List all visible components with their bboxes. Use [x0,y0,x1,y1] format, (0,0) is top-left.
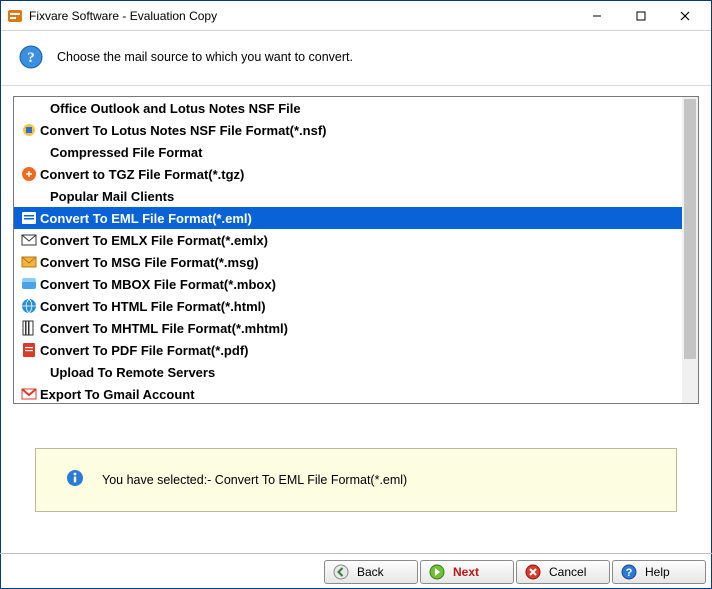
html-icon [18,298,40,314]
list-item-label: Convert to TGZ File Format(*.tgz) [40,167,244,182]
list-item[interactable]: Convert To EMLX File Format(*.emlx) [14,229,682,251]
info-icon [66,469,84,492]
list-item[interactable]: Convert To HTML File Format(*.html) [14,295,682,317]
mbox-icon [18,276,40,292]
list-item-label: Office Outlook and Lotus Notes NSF File [40,101,301,116]
list-item-label: Export To Gmail Account [40,387,195,402]
cancel-icon [525,564,541,580]
list-item-label: Convert To EMLX File Format(*.emlx) [40,233,268,248]
next-label: Next [453,565,479,579]
tgz-icon [18,166,40,182]
msg-icon [18,254,40,270]
close-button[interactable] [663,2,707,30]
list-item[interactable]: Convert to TGZ File Format(*.tgz) [14,163,682,185]
footer-buttons: Back Next Cancel ? Help [0,553,712,589]
pdf-icon [18,342,40,358]
status-message: You have selected:- Convert To EML File … [102,473,407,487]
cancel-label: Cancel [549,565,586,579]
window-title: Fixvare Software - Evaluation Copy [29,9,575,23]
eml-icon [18,210,40,226]
status-box: You have selected:- Convert To EML File … [35,448,677,512]
svg-text:?: ? [27,50,35,66]
list-item-label: Convert To MSG File Format(*.msg) [40,255,259,270]
format-listbox: Office Outlook and Lotus Notes NSF File C… [13,96,699,404]
list-group-header: Compressed File Format [14,141,682,163]
list-group-header: Popular Mail Clients [14,185,682,207]
next-button[interactable]: Next [420,560,514,584]
list-group-header: Office Outlook and Lotus Notes NSF File [14,97,682,119]
list-item[interactable]: Convert To MSG File Format(*.msg) [14,251,682,273]
help-label: Help [645,565,670,579]
instruction-bar: ? Choose the mail source to which you wa… [1,31,711,86]
list-item[interactable]: Convert To MHTML File Format(*.mhtml) [14,317,682,339]
list-item[interactable]: Export To Gmail Account [14,383,682,403]
list-item-label: Convert To PDF File Format(*.pdf) [40,343,248,358]
help-button[interactable]: ? Help [612,560,706,584]
help-icon: ? [621,564,637,580]
svg-text:?: ? [626,567,633,579]
list-group-header: Upload To Remote Servers [14,361,682,383]
instruction-text: Choose the mail source to which you want… [57,50,353,64]
arrow-right-icon [429,564,445,580]
list-item-label: Compressed File Format [40,145,202,160]
minimize-button[interactable] [575,2,619,30]
list-item[interactable]: Convert To MBOX File Format(*.mbox) [14,273,682,295]
list-item[interactable]: Convert To Lotus Notes NSF File Format(*… [14,119,682,141]
arrow-left-icon [333,564,349,580]
scrollbar-thumb[interactable] [684,99,696,359]
back-button[interactable]: Back [324,560,418,584]
list-item-label: Popular Mail Clients [40,189,174,204]
titlebar: Fixvare Software - Evaluation Copy [1,1,711,31]
list-item-label: Convert To EML File Format(*.eml) [40,211,252,226]
list-item-label: Convert To Lotus Notes NSF File Format(*… [40,123,327,138]
mhtml-icon [18,320,40,336]
list-item-label: Upload To Remote Servers [40,365,215,380]
emlx-icon [18,232,40,248]
gmail-icon [18,386,40,402]
list-item[interactable]: Convert To PDF File Format(*.pdf) [14,339,682,361]
nsf-icon [18,122,40,138]
list-item-label: Convert To MHTML File Format(*.mhtml) [40,321,288,336]
back-label: Back [357,565,384,579]
maximize-button[interactable] [619,2,663,30]
list-item-label: Convert To HTML File Format(*.html) [40,299,266,314]
scrollbar[interactable] [682,97,698,403]
app-logo-icon [7,8,23,24]
question-icon: ? [19,45,43,69]
list-item[interactable]: Convert To EML File Format(*.eml) [14,207,682,229]
cancel-button[interactable]: Cancel [516,560,610,584]
list-item-label: Convert To MBOX File Format(*.mbox) [40,277,276,292]
